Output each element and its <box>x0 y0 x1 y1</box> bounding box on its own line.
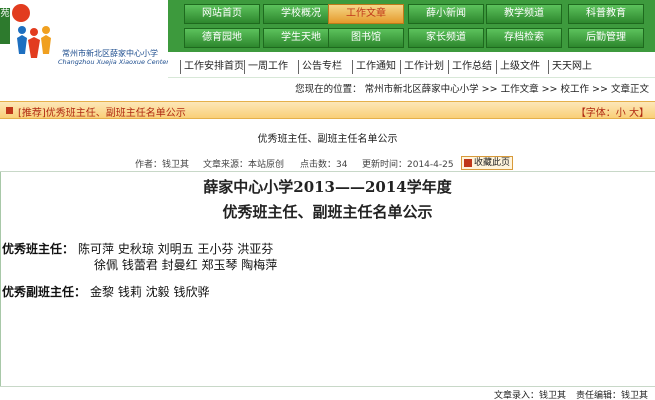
nav-moral[interactable]: 德育园地 <box>184 28 260 48</box>
article-meta: 作者：钱卫其 文章来源：本站原创 点击数：34 更新时间：2014-4-25 <box>0 157 655 171</box>
favorite-label: 收藏此页 <box>474 158 511 168</box>
content-heading-2: 优秀班主任、副班主任名单公示 <box>222 203 433 221</box>
school-logo[interactable]: 苑 常州市新北区薛家中心小学 Changzhou Xuejia Xiaoxue … <box>0 0 193 80</box>
subnav-notices[interactable]: 工作通知 <box>352 60 396 74</box>
nav-logistics[interactable]: 后勤管理 <box>568 28 644 48</box>
footer-entry: 文章录入：钱卫其 <box>494 391 567 400</box>
main-nav: 网站首页 学校概况 工作文章 薛小新闻 教学频道 科普教育 德育园地 学生天地 … <box>168 0 655 52</box>
vice-teacher-names: 金黎 钱莉 沈毅 钱欣骅 <box>90 285 210 299</box>
nav-teaching[interactable]: 教学频道 <box>486 4 562 24</box>
best-teacher-label: 优秀班主任： <box>2 242 75 256</box>
meta-source: 文章来源：本站原创 <box>203 160 285 170</box>
content-heading-1: 薛家中心小学2013——2014学年度 <box>203 178 452 196</box>
nav-home[interactable]: 网站首页 <box>184 4 260 24</box>
site-header: 苑 常州市新北区薛家中心小学 Changzhou Xuejia Xiaoxue … <box>0 0 655 80</box>
best-teacher-row-2: 徐佩 钱蕾君 封曼红 郑玉琴 陶梅萍 <box>94 258 278 272</box>
notice-title: [推荐]优秀班主任、副班主任名单公示 <box>18 108 186 119</box>
nav-science[interactable]: 科普教育 <box>568 4 644 24</box>
subnav-daily[interactable]: 天天网上 <box>548 60 592 74</box>
breadcrumb: 您现在的位置： 常州市新北区薛家中心小学 >> 工作文章 >> 校工作 >> 文… <box>295 84 649 95</box>
nav-parents[interactable]: 家长频道 <box>408 28 484 48</box>
sub-nav: 工作安排首页 一周工作 公告专栏 工作通知 工作计划 工作总结 上级文件 天天网… <box>168 56 655 78</box>
children-figures-icon <box>17 26 51 58</box>
meta-hits: 点击数：34 <box>300 160 348 170</box>
nav-school-news[interactable]: 薛小新闻 <box>408 4 484 24</box>
nav-archive[interactable]: 存档检索 <box>486 28 562 48</box>
article-title: 优秀班主任、副班主任名单公示 <box>257 134 398 145</box>
favorite-button[interactable]: 收藏此页 <box>461 156 513 170</box>
meta-updated: 更新时间：2014-4-25 <box>362 160 454 170</box>
best-teacher-row: 优秀班主任： 陈可萍 史秋琼 刘明五 王小芬 洪亚芬 <box>2 240 273 257</box>
logo-badge: 苑 <box>0 8 10 44</box>
nav-library[interactable]: 图书馆 <box>328 28 404 48</box>
bullet-icon <box>6 107 13 114</box>
subnav-plans[interactable]: 工作计划 <box>400 60 444 74</box>
sun-icon <box>12 4 30 22</box>
best-teacher-names-1: 陈可萍 史秋琼 刘明五 王小芬 洪亚芬 <box>78 242 274 256</box>
article-footer: 文章录入：钱卫其 责任编辑：钱卫其 <box>0 386 655 400</box>
subnav-weekly[interactable]: 一周工作 <box>244 60 288 74</box>
subnav-docs[interactable]: 上级文件 <box>496 60 540 74</box>
article-notice-bar: [推荐]优秀班主任、副班主任名单公示 【字体：小 大】 <box>0 101 655 119</box>
nav-work-articles[interactable]: 工作文章 <box>328 4 404 24</box>
subnav-announcements[interactable]: 公告专栏 <box>298 60 342 74</box>
subnav-summaries[interactable]: 工作总结 <box>448 60 492 74</box>
vice-teacher-label: 优秀副班主任： <box>2 285 87 299</box>
font-size-control[interactable]: 【字体：小 大】 <box>576 104 649 119</box>
vice-teacher-row: 优秀副班主任： 金黎 钱莉 沈毅 钱欣骅 <box>2 283 209 300</box>
subnav-work-home[interactable]: 工作安排首页 <box>180 60 244 74</box>
favorite-icon <box>464 159 472 167</box>
meta-author: 作者：钱卫其 <box>135 160 190 170</box>
footer-editor: 责任编辑：钱卫其 <box>576 391 649 400</box>
